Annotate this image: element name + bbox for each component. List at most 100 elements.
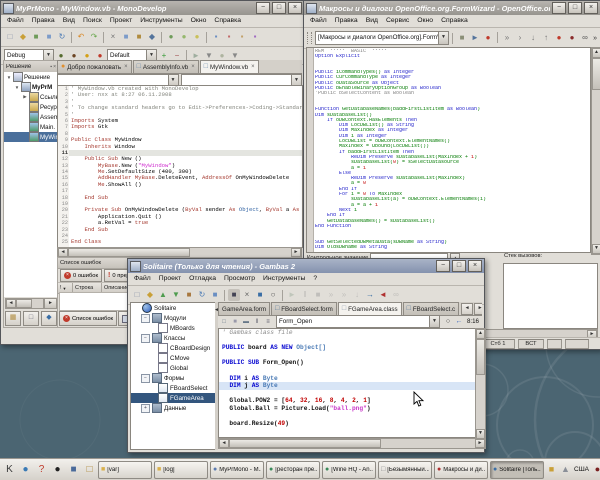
tree-item-Global[interactable]: Global (131, 363, 215, 373)
menu-item-Окно[interactable]: Окно (413, 15, 437, 27)
monodevelop-titlebar[interactable]: MyPrMono - MyWindow.vb - MonoDevelop − □… (1, 1, 304, 15)
kmenu-icon[interactable]: K (2, 462, 17, 477)
task-button-[Безымянный...[interactable]: □[Безымянный... (378, 461, 432, 479)
scroll-right-icon[interactable]: ► (291, 248, 301, 257)
callstack-list[interactable] (503, 263, 598, 329)
tab-GameArea.form[interactable]: GameArea.form (218, 302, 270, 315)
undo-icon[interactable]: ↶ (75, 31, 87, 43)
paste-icon[interactable]: ■ (133, 31, 145, 43)
maximize-button[interactable]: □ (272, 2, 286, 14)
doc-4-icon[interactable]: ▪ (249, 31, 261, 43)
ooo-editor-vscrollbar[interactable]: ▲ ▼ (591, 47, 600, 255)
tree-item-MyWin[interactable]: MyWin (4, 132, 58, 142)
toolbar-handle[interactable] (307, 32, 312, 44)
cut-icon[interactable]: × (107, 31, 119, 43)
compile-icon[interactable]: ■ (456, 32, 468, 44)
step-into-icon[interactable]: ↓ (527, 32, 539, 44)
menu-item-Справка[interactable]: Справка (437, 15, 472, 27)
chevron-down-icon[interactable]: ▼ (438, 32, 448, 44)
run-macro-icon[interactable]: ► (469, 32, 481, 44)
dock-menu-icon[interactable]: ▪ (50, 64, 52, 70)
tab-scroll-left-icon[interactable]: ◄ (461, 303, 473, 315)
task-button-[ресторан пре...[interactable]: ●[ресторан пре... (266, 461, 320, 479)
menu-item-Правка[interactable]: Правка (331, 15, 362, 27)
minimize-button[interactable]: − (436, 260, 450, 272)
properties-pad-icon[interactable]: ◆ (41, 311, 57, 326)
e-split-h-icon[interactable]: ‖ (252, 317, 262, 327)
scrollbar-thumb[interactable] (16, 299, 32, 308)
refresh-icon[interactable]: ↻ (56, 31, 68, 43)
ooo-titlebar[interactable]: Макросы и диалоги OpenOffice.org.FormWiz… (304, 1, 600, 15)
tree-item-Assem[interactable]: Assem (4, 112, 58, 122)
kwin-icon[interactable]: □ (82, 462, 97, 477)
minimize-button[interactable]: − (256, 2, 270, 14)
gambas-titlebar[interactable]: Solitaire (Только для чтения) - Gambas 2… (128, 259, 484, 273)
library-combo[interactable]: [Макросы и диалоги OpenOffice.org].FormW… (315, 31, 449, 45)
tab-error-list[interactable]: × Список ошибок (59, 311, 117, 326)
g-archive-icon[interactable]: ■ (183, 289, 195, 301)
task-button-MyPrMono - M...[interactable]: ●MyPrMono - M... (210, 461, 264, 479)
menu-item-Файл[interactable]: Файл (130, 273, 155, 285)
tree-item-Формы[interactable]: −Формы (131, 373, 215, 383)
g-link-icon[interactable]: ∞ (390, 289, 402, 301)
tree-expander-icon[interactable]: + (141, 404, 150, 413)
menu-item-Проект[interactable]: Проект (106, 15, 136, 27)
status-insert-mode-cell[interactable]: ВСТ (518, 339, 544, 349)
tree-expander-icon[interactable]: ▼ (6, 75, 12, 80)
g-find-icon[interactable]: ○ (267, 289, 279, 301)
gambas-editor-hscrollbar[interactable]: ◄ ► (218, 438, 486, 449)
ooo-breakpoint-gutter[interactable] (307, 48, 314, 252)
tab-FBoardSelect.c[interactable]: □FBoardSelect.c (403, 302, 460, 315)
tab-FBoardSelect.form[interactable]: □FBoardSelect.form (271, 302, 337, 315)
g-new-icon[interactable]: □ (131, 289, 143, 301)
close-tab-icon[interactable]: × (250, 64, 255, 70)
g-open-icon[interactable]: ◆ (144, 289, 156, 301)
close-tab-icon[interactable]: × (123, 64, 128, 70)
keyboard-layout-indicator[interactable]: США (574, 466, 589, 473)
open-file-icon[interactable]: ◆ (17, 31, 29, 43)
menu-item-Правка[interactable]: Правка (28, 15, 59, 27)
step-out-icon[interactable]: ↑ (540, 32, 552, 44)
task-button-[var][interactable]: ■[var] (98, 461, 152, 479)
build-3-icon[interactable]: ● (191, 31, 203, 43)
scroll-left-icon[interactable]: ◄ (6, 299, 16, 308)
menu-item-Сервис[interactable]: Сервис (382, 15, 413, 27)
kweb-icon[interactable]: ● (18, 462, 33, 477)
build-2-icon[interactable]: ● (178, 31, 190, 43)
tree-item-Решение[interactable]: ▼Решение (4, 72, 58, 82)
g-step-icon[interactable]: » (325, 289, 337, 301)
scrollbar-thumb[interactable] (229, 439, 381, 448)
tree-item-Main.[interactable]: Main. (4, 122, 58, 132)
g-monitor-icon[interactable]: ■ (254, 289, 266, 301)
close-tab-icon[interactable]: × (190, 64, 195, 70)
mono-code-editor[interactable]: ' MyWindow.vb created with MonoDevelop' … (69, 85, 303, 248)
menu-item-Проект[interactable]: Проект (155, 273, 185, 285)
toolbar-overflow-icon[interactable]: » (593, 35, 597, 42)
menu-item-Поиск[interactable]: Поиск (79, 15, 106, 27)
search-icon[interactable]: ○ (443, 317, 453, 327)
khelp-icon[interactable]: ? (34, 462, 49, 477)
chevron-down-icon[interactable]: ▼ (429, 316, 439, 327)
kball-icon[interactable]: ● (50, 462, 65, 477)
breakpoint-manage-icon[interactable]: ● (566, 32, 578, 44)
tree-expander-icon[interactable]: ▼ (14, 85, 20, 90)
g-run-icon[interactable]: ► (286, 289, 298, 301)
ooo-code-editor[interactable]: REM ***** BASIC *****Option Explicit Pub… (306, 47, 591, 253)
tree-item-Классы[interactable]: −Классы (131, 333, 215, 343)
task-button-Solitaire [Толь...[interactable]: ●Solitaire [Толь... (490, 461, 544, 479)
e-win-icon[interactable]: ▬ (241, 317, 251, 327)
tree-item-Модули[interactable]: −Модули (131, 313, 215, 323)
g-tools-icon[interactable]: × (241, 289, 253, 301)
menu-item-Вид[interactable]: Вид (362, 15, 382, 27)
scroll-up-icon[interactable]: ▲ (592, 48, 600, 58)
menu-item-?[interactable]: ? (309, 273, 321, 285)
build-1-icon[interactable]: ● (165, 31, 177, 43)
tree-item-FBoardSelect[interactable]: FBoardSelect (131, 383, 215, 393)
scroll-left-icon[interactable]: ◄ (58, 248, 68, 257)
volume-tray-icon[interactable]: ● (591, 463, 600, 476)
menu-item-Файл[interactable]: Файл (3, 15, 28, 27)
errors-filter-button[interactable]: × 0 ошибок (60, 269, 102, 282)
copy-icon[interactable]: ■ (120, 31, 132, 43)
tree-expander-icon[interactable]: − (141, 314, 150, 323)
tree-item-Данные[interactable]: +Данные (131, 403, 215, 413)
